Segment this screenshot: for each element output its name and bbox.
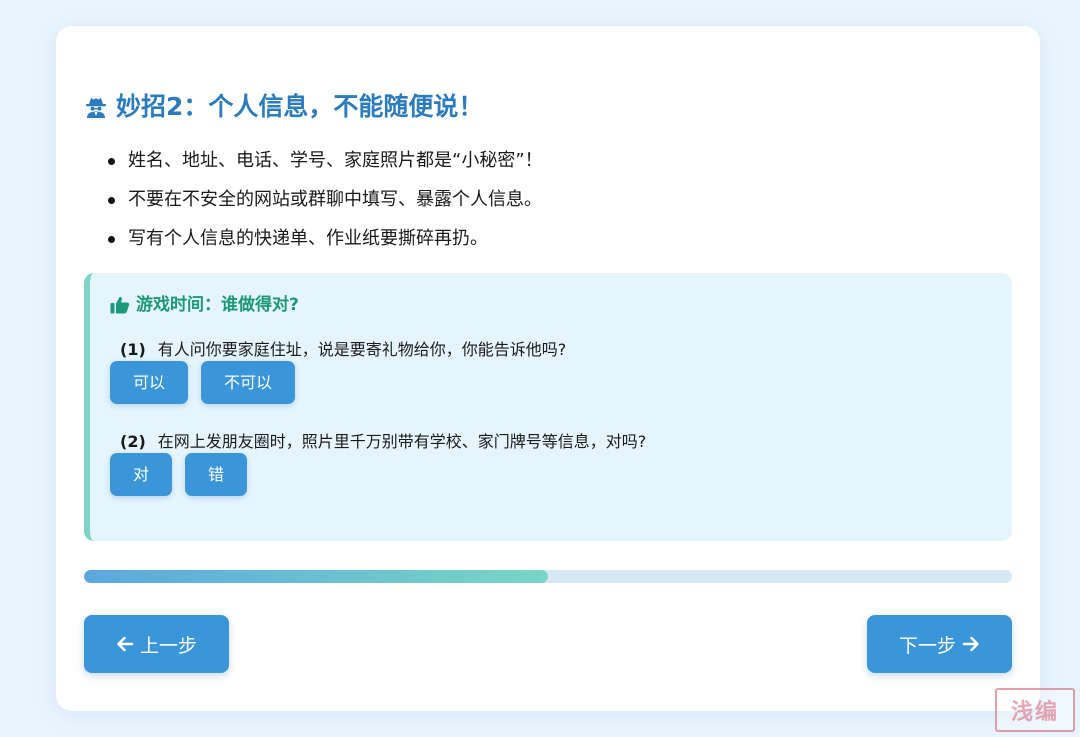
list-item: 写有个人信息的快递单、作业纸要撕碎再扔。 [104, 224, 543, 263]
section-title-text: 妙招2：个人信息，不能随便说！ [116, 92, 484, 121]
game-panel: 游戏时间：谁做得对? (1) 有人问你要家庭住址，说是要寄礼物给你，你能告诉他吗?… [84, 273, 1012, 541]
list-item: 不要在不安全的网站或群聊中填写、暴露个人信息。 [104, 185, 543, 224]
game-title-text: 游戏时间：谁做得对? [136, 295, 299, 315]
question-number: (2) [120, 432, 146, 451]
answer-wrong-button[interactable]: 错 [185, 453, 248, 496]
game-title: 游戏时间：谁做得对? [110, 293, 299, 317]
watermark-seal: 浅编 [995, 688, 1075, 732]
answer-group-1: 可以 不可以 [110, 361, 296, 404]
question-text: 有人问你要家庭住址，说是要寄礼物给你，你能告诉他吗? [157, 340, 567, 359]
progress-bar [84, 570, 1012, 583]
answer-no-button[interactable]: 不可以 [201, 361, 296, 404]
previous-step-button[interactable]: 上一步 [84, 615, 229, 673]
next-step-label: 下一步 [898, 634, 956, 657]
answer-group-2: 对 错 [110, 453, 248, 496]
thumbs-up-icon [110, 296, 130, 314]
next-step-button[interactable]: 下一步 [867, 615, 1012, 673]
section-title: 妙招2：个人信息，不能随便说！ [84, 90, 483, 124]
question-2: (2) 在网上发朋友圈时，照片里千万别带有学校、家门牌号等信息，对吗? [120, 431, 646, 453]
tips-list: 姓名、地址、电话、学号、家庭照片都是“小秘密”！ 不要在不安全的网站或群聊中填写… [104, 146, 543, 263]
question-number: (1) [120, 340, 146, 359]
answer-yes-button[interactable]: 可以 [110, 361, 189, 404]
arrow-left-icon [116, 635, 134, 653]
answer-right-button[interactable]: 对 [110, 453, 173, 496]
progress-fill [84, 570, 548, 583]
spy-icon [84, 95, 108, 119]
question-text: 在网上发朋友圈时，照片里千万别带有学校、家门牌号等信息，对吗? [157, 432, 647, 451]
arrow-right-icon [962, 635, 980, 653]
question-1: (1) 有人问你要家庭住址，说是要寄礼物给你，你能告诉他吗? [120, 339, 566, 361]
list-item: 姓名、地址、电话、学号、家庭照片都是“小秘密”！ [104, 146, 543, 185]
lesson-card: 妙招2：个人信息，不能随便说！ 姓名、地址、电话、学号、家庭照片都是“小秘密”！… [56, 26, 1040, 711]
previous-step-label: 上一步 [139, 634, 197, 657]
